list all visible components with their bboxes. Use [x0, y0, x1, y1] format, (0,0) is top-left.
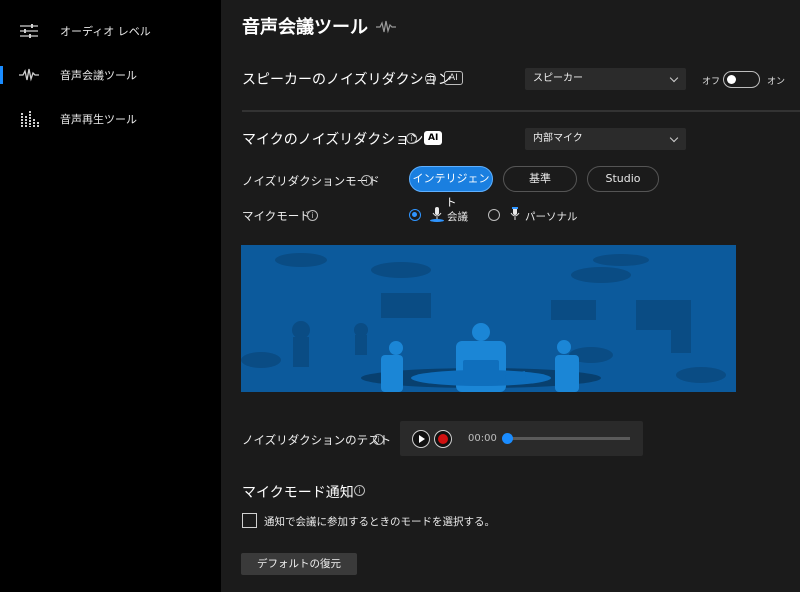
toggle-on-label: オン — [767, 77, 786, 87]
sidebar: オーディオ レベル 音声会議ツール 音声再生ツール — [0, 0, 221, 592]
mic-mode-label: マイクモード — [242, 209, 311, 223]
mic-mode-conference-radio[interactable] — [409, 209, 421, 221]
toggle-knob — [727, 74, 736, 84]
nr-mode-label: ノイズリダクションモード — [242, 174, 380, 188]
nr-mode-standard-button[interactable]: 基準 — [503, 166, 577, 192]
conference-mic-icon — [430, 207, 444, 222]
ai-badge: AI — [424, 131, 443, 145]
dropdown-value: 内部マイク — [533, 133, 583, 144]
speaker-nr-label: スピーカーのノイズリダクション — [242, 72, 452, 88]
notification-checkbox-label[interactable]: 通知で会議に参加するときのモードを選択する。 — [264, 514, 495, 529]
progress-track[interactable] — [504, 437, 630, 440]
info-icon[interactable]: i — [354, 485, 365, 496]
divider — [242, 110, 800, 112]
nr-test-label: ノイズリダクションのテスト — [242, 433, 392, 447]
sidebar-item-label: 音声会議ツール — [60, 69, 137, 82]
selection-indicator — [0, 66, 3, 84]
restore-defaults-button[interactable]: デフォルトの復元 — [241, 553, 357, 575]
chevron-down-icon — [669, 73, 679, 83]
nr-mode-studio-button[interactable]: Studio — [587, 166, 659, 192]
main-panel: 音声会議ツール スピーカーのノイズリダクション i AI スピーカー オフ オン… — [221, 0, 800, 592]
play-icon — [419, 435, 425, 443]
play-button[interactable] — [412, 430, 430, 448]
chevron-down-icon — [669, 133, 679, 143]
info-icon[interactable]: i — [425, 73, 436, 84]
record-icon — [438, 434, 448, 444]
sidebar-item-voice-conference[interactable]: 音声会議ツール — [0, 60, 221, 90]
sidebar-item-label: 音声再生ツール — [60, 113, 137, 126]
mic-mode-personal-radio[interactable] — [488, 209, 500, 221]
record-button[interactable] — [434, 430, 452, 448]
info-icon[interactable]: i — [307, 210, 318, 221]
sidebar-item-playback[interactable]: 音声再生ツール — [0, 104, 221, 134]
dropdown-value: スピーカー — [533, 73, 583, 84]
info-icon[interactable]: i — [406, 133, 417, 144]
microphone-dropdown[interactable]: 内部マイク — [525, 128, 686, 150]
mic-mode-personal-label[interactable]: パーソナル — [525, 209, 578, 224]
conference-illustration — [241, 245, 736, 392]
notification-checkbox[interactable] — [242, 513, 257, 528]
mic-nr-label: マイクのノイズリダクション — [242, 132, 424, 148]
equalizer-icon — [21, 111, 39, 127]
playback-time: 00:00 — [468, 433, 497, 444]
page-title: 音声会議ツール — [242, 17, 368, 38]
mic-mode-conference-label[interactable]: 会議 — [447, 209, 468, 224]
progress-handle[interactable] — [502, 433, 513, 444]
personal-mic-icon — [510, 207, 520, 220]
sliders-icon — [20, 24, 38, 38]
waveform-icon — [376, 20, 396, 34]
waveform-icon — [19, 68, 39, 82]
notification-title: マイクモード通知 — [242, 485, 354, 501]
info-icon[interactable]: i — [373, 434, 384, 445]
audio-player: 00:00 — [400, 421, 643, 456]
nr-mode-intelligent-button[interactable]: インテリジェント — [409, 166, 493, 209]
speaker-dropdown[interactable]: スピーカー — [525, 68, 686, 90]
toggle-off-label: オフ — [702, 77, 721, 87]
ai-badge: AI — [444, 71, 463, 85]
sidebar-item-label: オーディオ レベル — [60, 25, 151, 38]
sidebar-item-audio-level[interactable]: オーディオ レベル — [0, 16, 221, 46]
info-icon[interactable]: i — [361, 175, 372, 186]
speaker-nr-toggle[interactable] — [723, 71, 760, 88]
